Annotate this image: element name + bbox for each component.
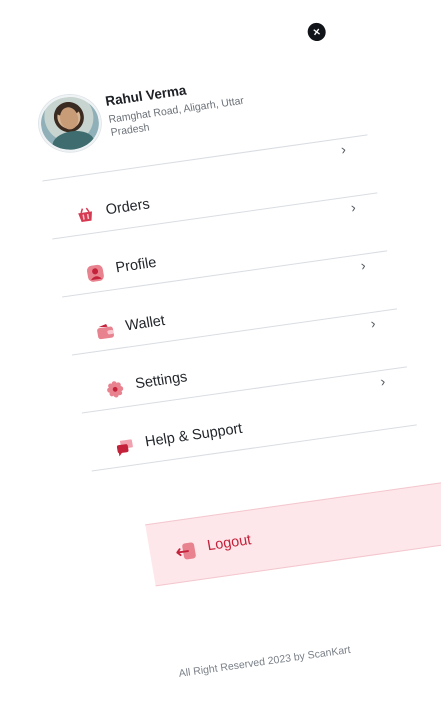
menu-item-label: Help & Support bbox=[144, 420, 244, 451]
chevron-right-icon: › bbox=[339, 140, 347, 158]
avatar bbox=[34, 91, 106, 156]
logout-icon bbox=[175, 541, 198, 562]
chevron-right-icon: › bbox=[369, 314, 377, 332]
gear-icon bbox=[105, 379, 126, 400]
chevron-right-icon: › bbox=[359, 256, 367, 274]
user-icon bbox=[85, 263, 106, 284]
menu-item-label: Orders bbox=[104, 196, 151, 219]
chat-bubbles-icon bbox=[115, 437, 136, 458]
chevron-right-icon: › bbox=[349, 198, 357, 216]
basket-icon bbox=[75, 205, 96, 226]
logout-button[interactable]: Logout bbox=[145, 479, 441, 587]
side-menu-panel: × Rahul Verma Ramghat Road, Aligarh, Utt… bbox=[34, 12, 441, 700]
wallet-icon bbox=[95, 321, 116, 342]
close-icon: × bbox=[312, 24, 322, 40]
drawer-screen: × Rahul Verma Ramghat Road, Aligarh, Utt… bbox=[0, 0, 441, 706]
close-button[interactable]: × bbox=[306, 21, 328, 43]
menu-item-label: Settings bbox=[134, 369, 189, 393]
chevron-right-icon: › bbox=[379, 372, 387, 390]
menu-item-label: Profile bbox=[114, 254, 158, 277]
logout-label: Logout bbox=[206, 532, 253, 555]
menu-item-label: Wallet bbox=[124, 312, 167, 335]
menu-list: › Orders › Profile › Wallet › Settings ›… bbox=[42, 134, 417, 472]
